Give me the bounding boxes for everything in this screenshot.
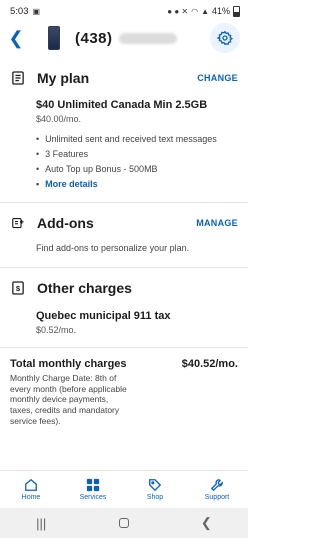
total-amount: $40.52/mo.: [181, 358, 238, 370]
change-plan-button[interactable]: CHANGE: [197, 73, 238, 83]
phone-number-redacted: [118, 32, 177, 44]
tag-icon: [149, 479, 162, 492]
other-charges-section: $ Other charges Quebec municipal 911 tax…: [0, 267, 248, 335]
home-button[interactable]: [118, 518, 129, 528]
back-nav-button[interactable]: ❮: [201, 515, 212, 531]
wrench-icon: [210, 479, 223, 492]
settings-button[interactable]: [210, 23, 240, 53]
add-document-icon: [12, 216, 24, 230]
total-note: Monthly Charge Date: 8th of every month …: [10, 373, 127, 426]
home-icon: [25, 478, 37, 491]
dollar-icon: $: [12, 281, 24, 295]
feature-list: Unlimited sent and received text message…: [36, 134, 238, 189]
total-label: Total monthly charges: [10, 358, 127, 370]
wifi-icon: ◠: [191, 6, 199, 16]
add-ons-description: Find add-ons to personalize your plan.: [36, 243, 190, 253]
notification-icons: ● ● ✕: [167, 6, 189, 16]
nav-home[interactable]: Home: [0, 471, 62, 508]
total-section: Total monthly charges $40.52/mo. Monthly…: [0, 347, 248, 426]
my-plan-title: My plan: [37, 70, 90, 86]
status-bar: 5:03 ▣ ● ● ✕ ◠ ▲ 41%: [0, 0, 248, 22]
grid-icon: [86, 478, 100, 492]
nav-label: Services: [79, 494, 107, 501]
svg-text:$: $: [16, 284, 21, 293]
nav-label: Shop: [146, 494, 164, 501]
nav-support[interactable]: Support: [186, 471, 248, 508]
charge-price: $0.52/mo.: [36, 325, 77, 335]
nav-label: Home: [21, 494, 41, 501]
battery-percent: 41%: [211, 6, 230, 16]
add-ons-section: Add-ons MANAGE Find add-ons to personali…: [0, 202, 248, 253]
status-time: 5:03: [10, 5, 29, 17]
my-plan-section: My plan CHANGE $40 Unlimited Canada Min …: [0, 64, 248, 202]
back-button[interactable]: ❮: [4, 24, 28, 52]
system-nav-bar: ||| ❮: [0, 508, 248, 538]
gear-icon: [217, 30, 233, 46]
list-item: 3 Features: [36, 149, 238, 159]
nav-shop[interactable]: Shop: [124, 471, 186, 508]
nav-label: Support: [204, 494, 230, 501]
add-ons-title: Add-ons: [37, 215, 94, 231]
image-notification-icon: ▣: [32, 6, 41, 16]
battery-icon: [233, 5, 240, 17]
list-item: Unlimited sent and received text message…: [36, 134, 238, 144]
recent-apps-button[interactable]: |||: [36, 516, 46, 531]
document-icon: [12, 71, 24, 85]
list-item: Auto Top up Bonus - 500MB: [36, 164, 238, 174]
charge-name: Quebec municipal 911 tax: [36, 310, 171, 322]
content: My plan CHANGE $40 Unlimited Canada Min …: [0, 64, 248, 426]
top-bar: ❮ (438): [0, 22, 248, 54]
plan-name: $40 Unlimited Canada Min 2.5GB: [36, 99, 208, 111]
device-image: [48, 26, 60, 50]
bottom-nav: Home Services Shop Support: [0, 470, 248, 508]
chevron-left-icon: ❮: [8, 27, 24, 48]
plan-price: $40.00/mo.: [36, 114, 82, 124]
manage-add-ons-button[interactable]: MANAGE: [196, 218, 238, 228]
signal-icon: ▲: [201, 6, 209, 16]
more-details-link[interactable]: More details: [36, 179, 238, 189]
nav-services[interactable]: Services: [62, 471, 124, 508]
phone-number: (438): [75, 29, 113, 47]
other-charges-title: Other charges: [37, 280, 132, 296]
